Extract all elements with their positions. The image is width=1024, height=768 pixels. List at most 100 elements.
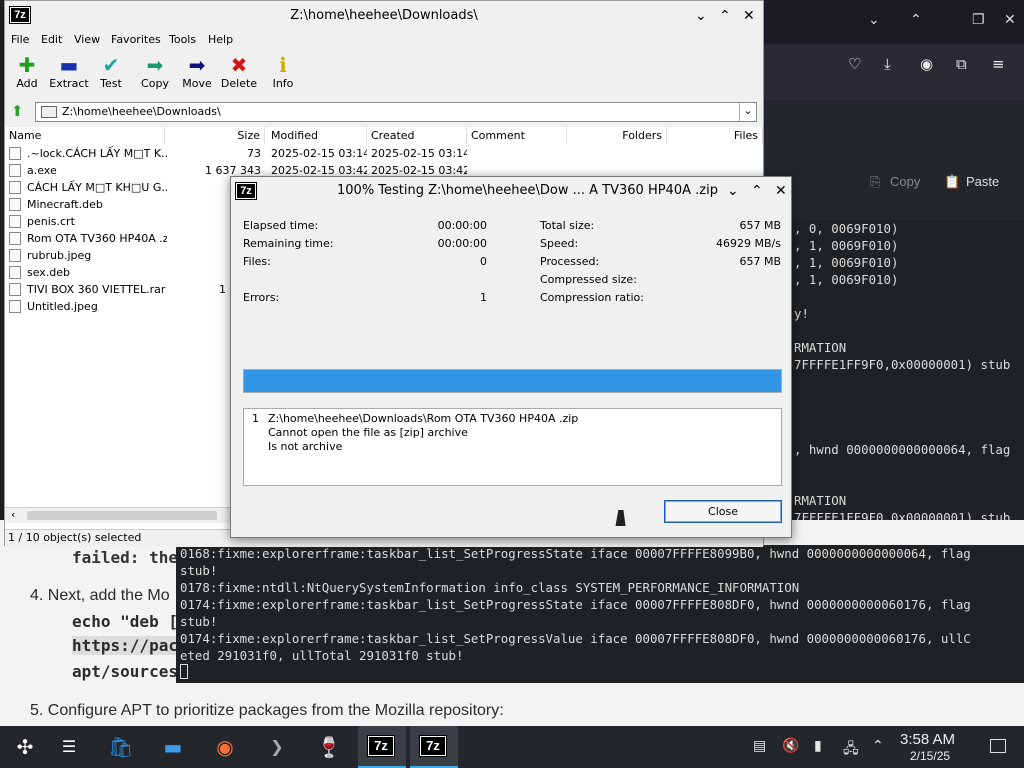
restore-icon[interactable]: ❐ xyxy=(972,12,985,28)
discover-store-icon[interactable]: 🛍 xyxy=(98,726,144,768)
tray-expand-icon[interactable]: ⌃ xyxy=(872,738,884,754)
clipboard-bar: ⎘ Copy 📋 Paste xyxy=(764,166,1024,198)
toolbar-label: Move xyxy=(182,77,212,90)
7zip-logo-icon: 7z xyxy=(419,735,447,757)
volume-muted-icon[interactable]: 🔇 xyxy=(782,738,799,754)
horizontal-scrollbar[interactable]: ‹ xyxy=(5,507,230,523)
terminal-side-line xyxy=(764,288,1024,305)
column-header-size[interactable]: Size xyxy=(165,127,265,144)
delete-button[interactable]: ✖ Delete xyxy=(217,53,261,90)
menu-item-view[interactable]: View xyxy=(74,33,100,46)
terminal-line: eted 291031f0, ullTotal 291031f0 stub! xyxy=(180,648,464,663)
menu-icon[interactable]: ≡ xyxy=(992,55,1005,73)
taskbar-7zip-dialog[interactable]: 7z xyxy=(410,726,458,768)
app-launcher-icon[interactable]: ✣ xyxy=(2,726,48,768)
terminal-side-line: 7FFFFE1FF9F0,0x00000001) stub xyxy=(794,357,1011,372)
close-icon[interactable]: ✕ xyxy=(743,1,755,31)
terminal-window[interactable]: 0168:fixme:explorerframe:taskbar_list_Se… xyxy=(176,545,1024,683)
up-folder-icon[interactable]: ⬆ xyxy=(11,102,24,120)
file-name: a.exe xyxy=(27,164,57,177)
message-line: Is not archive xyxy=(268,440,343,453)
paste-action[interactable]: Paste xyxy=(966,174,999,189)
maximize-icon[interactable]: ⌃ xyxy=(719,1,731,31)
column-header-folders[interactable]: Folders xyxy=(567,127,667,144)
scroll-left-icon[interactable]: ‹ xyxy=(11,508,15,521)
copy-action[interactable]: Copy xyxy=(890,174,920,189)
file-icon xyxy=(9,300,21,313)
clock-time[interactable]: 3:58 AM xyxy=(900,731,955,748)
close-button[interactable]: Close xyxy=(664,500,782,523)
menu-item-help[interactable]: Help xyxy=(208,33,233,46)
menu-item-tools[interactable]: Tools xyxy=(169,33,196,46)
network-icon[interactable]: 🖧 xyxy=(843,738,859,762)
toolbar-label: Add xyxy=(16,77,38,90)
file-created: 2025-02-15 03:14 xyxy=(371,147,467,160)
extensions-icon[interactable]: ⧉ xyxy=(956,55,967,73)
download-icon[interactable]: ⤓ xyxy=(884,55,891,73)
file-icon xyxy=(9,266,21,279)
file-name: penis.crt xyxy=(27,215,75,228)
taskbar-7zip-filemanager[interactable]: 7z xyxy=(358,726,406,768)
taskbar: ✣ ☰ 🛍 ▬ ◉ ❯ 🍷 7z 7z ▤ 🔇 ▮ 🖧 ⌃ 3:58 AM 2/… xyxy=(0,726,1024,768)
chevron-up-icon[interactable]: ⌃ xyxy=(910,12,922,28)
test-button[interactable]: ✔ Test xyxy=(89,53,133,90)
terminal-line: 0178:fixme:ntdll:NtQuerySystemInformatio… xyxy=(180,580,800,595)
terminal-icon[interactable]: ❯ xyxy=(254,726,300,768)
column-header-files[interactable]: Files xyxy=(667,127,763,144)
close-icon[interactable]: ✕ xyxy=(1004,12,1016,28)
terminal-side-line: , 1, 0069F010) xyxy=(794,272,899,287)
menu-item-file[interactable]: File xyxy=(11,33,29,46)
clock-date[interactable]: 2/15/25 xyxy=(910,749,950,763)
column-header-comment[interactable]: Comment xyxy=(467,127,567,144)
show-desktop-icon[interactable] xyxy=(990,739,1006,753)
page-code-https: https://pac xyxy=(72,636,178,655)
copy-button[interactable]: ➡ Copy xyxy=(133,53,177,90)
add-button[interactable]: ✚ Add xyxy=(5,53,49,90)
menu-item-favorites[interactable]: Favorites xyxy=(111,33,161,46)
clipboard-icon[interactable]: ▤ xyxy=(753,738,766,754)
terminal-side-line xyxy=(764,424,1024,441)
dropdown-chevron-icon[interactable]: ⌄ xyxy=(739,103,756,121)
menu-item-edit[interactable]: Edit xyxy=(41,33,62,46)
file-name: CÁCH LẤY M□T KH□U G... xyxy=(27,181,167,194)
7zip-logo-icon: 7z xyxy=(367,735,395,757)
message-list[interactable]: 1 Z:\home\heehee\Downloads\Rom OTA TV360… xyxy=(243,408,782,486)
file-manager-icon[interactable]: ▬ xyxy=(150,726,196,768)
column-header-name[interactable]: Name xyxy=(5,127,165,144)
file-icon xyxy=(9,147,21,160)
stat-label: Total size: xyxy=(540,219,595,232)
column-header-modified[interactable]: Modified xyxy=(267,127,367,144)
address-input[interactable]: Z:\home\heehee\Downloads\ ⌄ xyxy=(35,102,757,122)
file-name: .~lock.CÁCH LẤY M□T K... xyxy=(27,147,167,160)
account-icon[interactable]: ◉ xyxy=(920,55,933,73)
file-icon xyxy=(9,283,21,296)
info-button[interactable]: ℹ Info xyxy=(261,53,305,90)
message-line: Z:\home\heehee\Downloads\Rom OTA TV360 H… xyxy=(268,412,579,425)
file-row[interactable]: .~lock.CÁCH LẤY M□T K... 73 2025-02-15 03:… xyxy=(5,145,763,162)
copy-icon: ⎘ xyxy=(870,174,881,189)
page-code-apt: apt/sources xyxy=(72,662,178,681)
delete-x-icon: ✖ xyxy=(230,53,248,77)
7zip-logo-icon: 7z xyxy=(9,6,31,24)
battery-icon[interactable]: ▮ xyxy=(814,738,822,754)
plus-icon: ✚ xyxy=(18,53,36,77)
file-name: Untitled.jpeg xyxy=(27,300,98,313)
firefox-icon[interactable]: ◉ xyxy=(202,726,248,768)
minimize-icon[interactable]: ⌄ xyxy=(695,1,707,31)
column-header-created[interactable]: Created xyxy=(367,127,467,144)
scroll-thumb[interactable] xyxy=(27,511,217,520)
system-settings-icon[interactable]: ☰ xyxy=(46,726,92,768)
stat-value: 00:00:00 xyxy=(437,237,487,250)
move-button[interactable]: ➡ Move xyxy=(175,53,219,90)
terminal-side-output: , 0, 0069F010) , 1, 0069F010) , 1, 0069F01… xyxy=(764,220,1024,545)
minus-icon: ▬ xyxy=(59,53,79,77)
file-name: sex.deb xyxy=(27,266,71,279)
file-name: Minecraft.deb xyxy=(27,198,103,211)
extract-button[interactable]: ▬ Extract xyxy=(47,53,91,90)
toolbar-label: Info xyxy=(272,77,294,90)
terminal-side-line: , 0, 0069F010) xyxy=(794,221,899,236)
wine-icon[interactable]: 🍷 xyxy=(306,726,352,768)
chevron-down-icon[interactable]: ⌄ xyxy=(868,12,880,28)
pocket-icon[interactable]: ♡ xyxy=(848,55,861,73)
terminal-side-line: RMATION xyxy=(794,340,847,355)
